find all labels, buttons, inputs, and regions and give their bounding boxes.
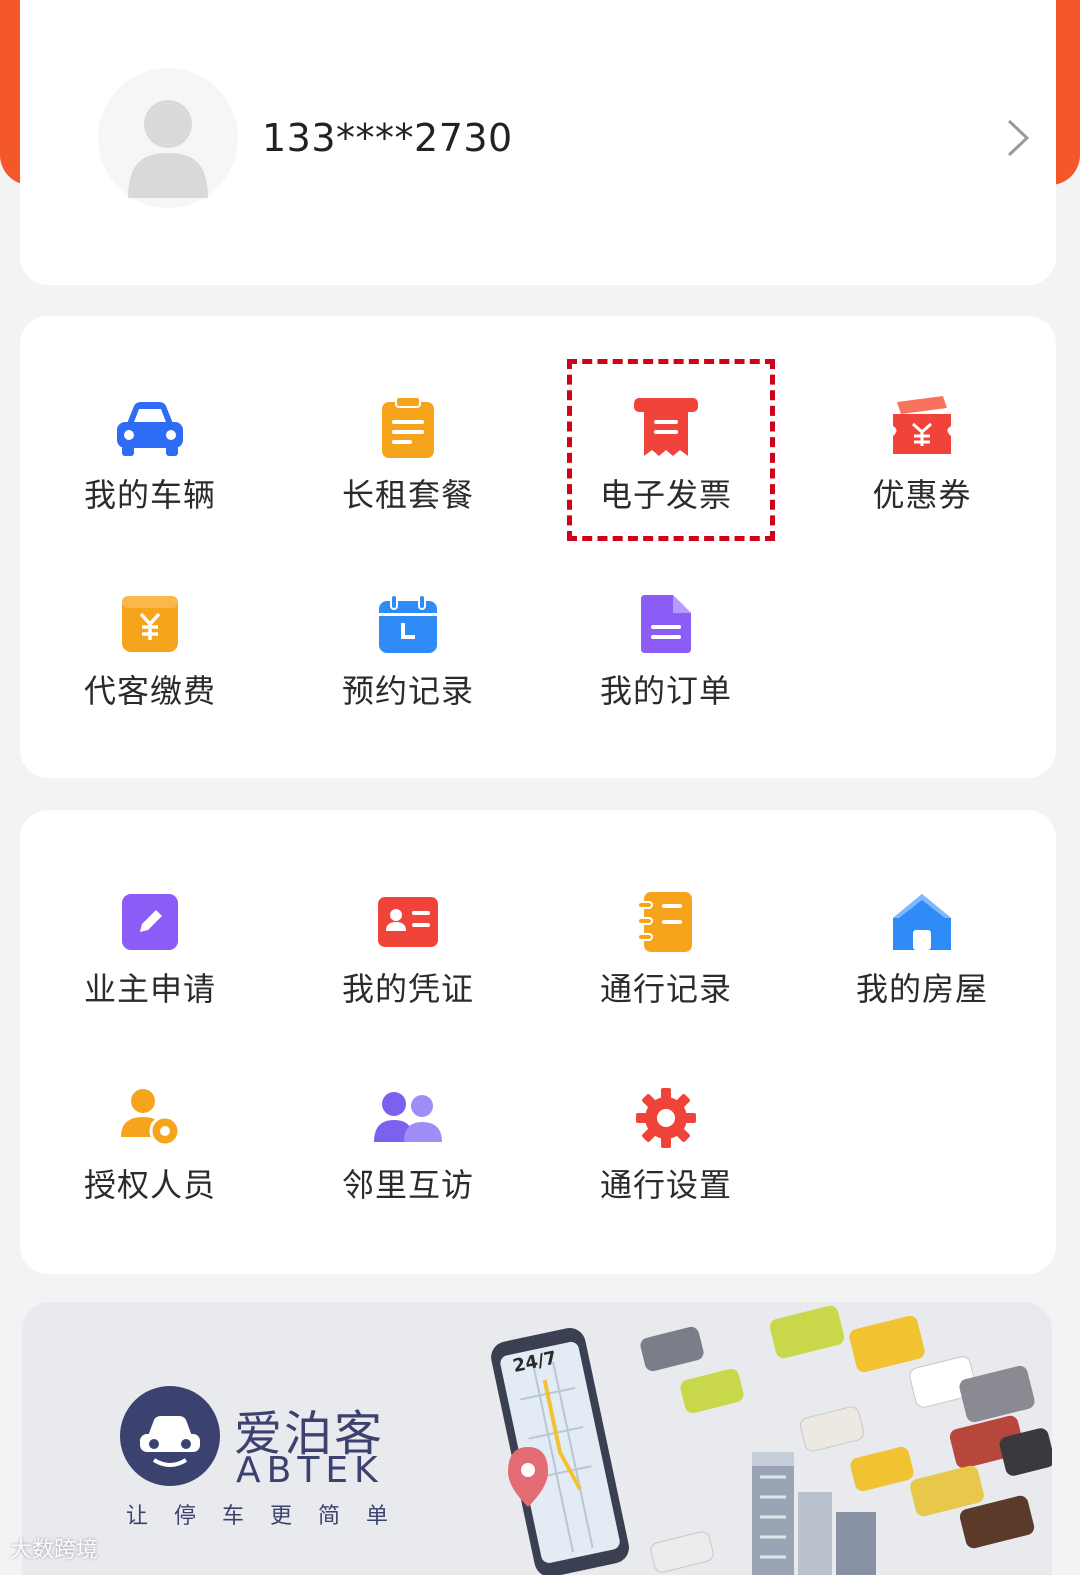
house-icon [886, 886, 958, 958]
services-card-primary: 我的车辆 长租套餐 电子发票 优惠券 代客缴费 预约记录 我的订单 [20, 316, 1056, 778]
service-label: 电子发票 [599, 476, 732, 514]
invoice-icon [630, 392, 702, 464]
service-label: 代客缴费 [83, 672, 216, 710]
service-label: 授权人员 [83, 1166, 216, 1204]
service-label: 业主申请 [83, 970, 216, 1008]
service-neighbor-visits[interactable]: 邻里互访 [308, 1082, 508, 1232]
brand-slogan: 让停车更简单 [126, 1504, 415, 1529]
neighbors-icon [372, 1082, 444, 1154]
authorized-person-icon [114, 1082, 186, 1154]
avatar[interactable] [98, 68, 238, 208]
gear-icon [630, 1082, 702, 1154]
car-icon [114, 392, 186, 464]
coupon-icon [886, 392, 958, 464]
promo-banner[interactable]: 爱泊客 ABTEK 让停车更简单 24/7 [22, 1302, 1052, 1575]
service-valet-payment[interactable]: 代客缴费 [50, 588, 250, 738]
record-list-icon [630, 886, 702, 958]
calendar-icon [372, 588, 444, 660]
service-long-term-package[interactable]: 长租套餐 [308, 392, 508, 542]
service-my-orders[interactable]: 我的订单 [566, 588, 766, 738]
services-card-secondary: 业主申请 我的凭证 通行记录 我的房屋 授权人员 邻里互访 通行设置 [20, 810, 1056, 1274]
payment-icon [114, 588, 186, 660]
document-icon [630, 588, 702, 660]
clipboard-icon [372, 392, 444, 464]
service-label: 预约记录 [341, 672, 474, 710]
watermark: 大数跨境 [10, 1538, 99, 1563]
service-my-vehicles[interactable]: 我的车辆 [50, 392, 250, 542]
service-label: 通行设置 [599, 1166, 732, 1204]
service-label: 优惠券 [872, 476, 972, 514]
brand-logo-icon [120, 1386, 220, 1486]
id-card-icon [372, 886, 444, 958]
service-label: 邻里互访 [341, 1166, 474, 1204]
chevron-right-icon[interactable] [1005, 118, 1031, 158]
service-label: 我的房屋 [855, 970, 988, 1008]
service-reservation-records[interactable]: 预约记录 [308, 588, 508, 738]
parking-illustration: 24/7 [491, 1305, 1052, 1575]
user-icon [128, 100, 208, 198]
phone-number: 133****2730 [262, 116, 513, 160]
service-label: 我的订单 [599, 672, 732, 710]
brand-name-en: ABTEK [236, 1450, 384, 1491]
service-owner-application[interactable]: 业主申请 [50, 886, 250, 1036]
service-label: 通行记录 [599, 970, 732, 1008]
service-e-invoice[interactable]: 电子发票 [566, 392, 766, 542]
service-my-credentials[interactable]: 我的凭证 [308, 886, 508, 1036]
profile-card[interactable]: 133****2730 [20, 0, 1056, 285]
service-access-settings[interactable]: 通行设置 [566, 1082, 766, 1232]
service-label: 我的凭证 [341, 970, 474, 1008]
service-access-records[interactable]: 通行记录 [566, 886, 766, 1036]
service-authorized-personnel[interactable]: 授权人员 [50, 1082, 250, 1232]
service-my-house[interactable]: 我的房屋 [822, 886, 1022, 1036]
service-label: 我的车辆 [83, 476, 216, 514]
service-label: 长租套餐 [341, 476, 474, 514]
service-coupons[interactable]: 优惠券 [822, 392, 1022, 542]
edit-icon [114, 886, 186, 958]
